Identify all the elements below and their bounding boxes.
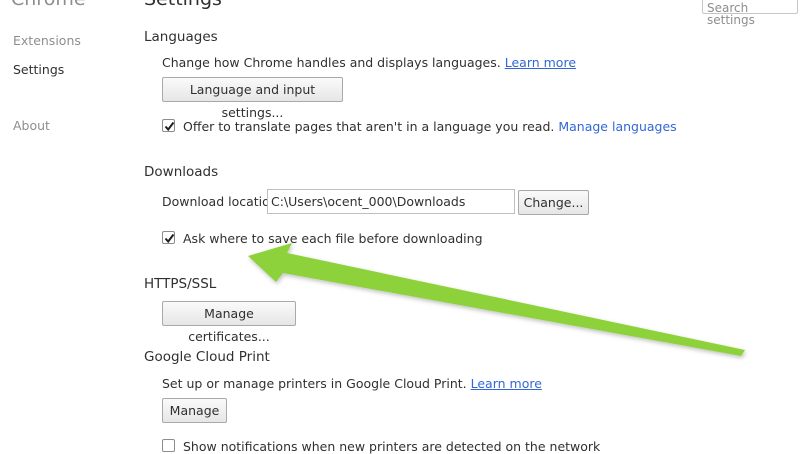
annotation-arrow-icon — [248, 243, 745, 356]
